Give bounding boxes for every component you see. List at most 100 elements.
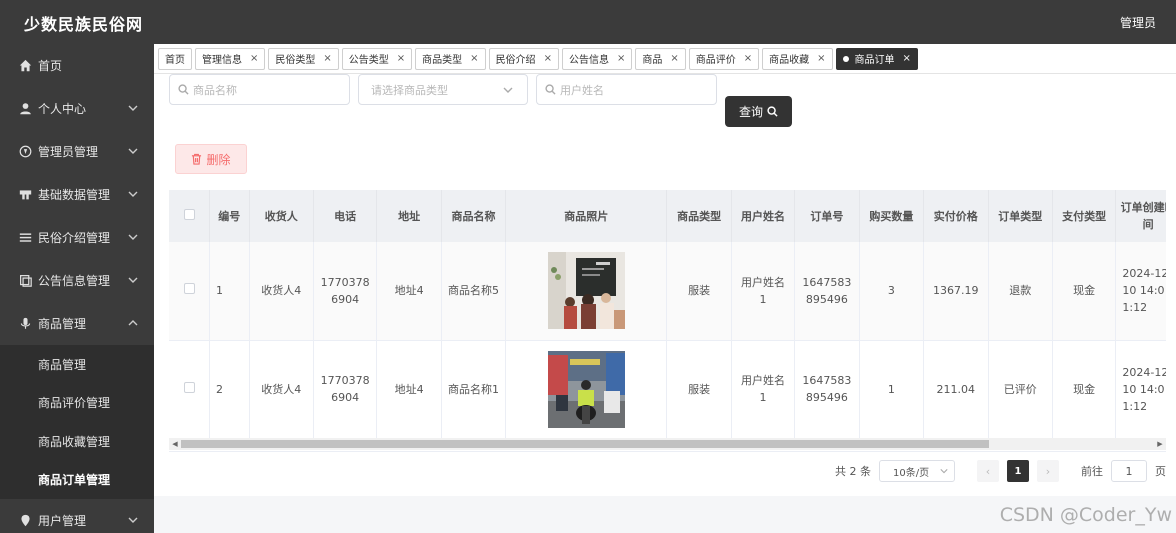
next-page-button[interactable]: › [1037, 460, 1059, 482]
sidebar-item-folk-intro[interactable]: 民俗介绍管理 [0, 216, 154, 259]
select-all-checkbox[interactable] [183, 208, 195, 220]
table-header-row: 编号 收货人 电话 地址 商品名称 商品照片 商品类型 用户姓名 订单号 购买数… [169, 190, 1166, 242]
col-header: 地址 [376, 190, 442, 242]
table-row: 2 收货人4 17703786904 地址4 商品名称1 服装 用户姓名1 16… [169, 340, 1166, 439]
cell-goods-type: 服装 [666, 340, 732, 439]
table-row: 1 收货人4 17703786904 地址4 商品名称5 服装 用户姓名1 16… [169, 242, 1166, 341]
tab-manage-info[interactable]: 管理信息 × [195, 47, 266, 70]
page-size-select[interactable]: 10条/页 [879, 460, 955, 482]
col-header: 订单创建时间 [1115, 190, 1166, 242]
sidebar-subitem-goods-favorite[interactable]: 商品收藏管理 [0, 422, 154, 461]
sidebar-item-goods[interactable]: 商品管理 [0, 302, 154, 345]
close-icon[interactable]: × [617, 53, 625, 64]
goto-page-input[interactable]: 1 [1111, 460, 1147, 482]
col-header: 商品类型 [666, 190, 732, 242]
col-header: 订单号 [794, 190, 860, 242]
cell-pay-type: 现金 [1052, 242, 1117, 341]
scroll-left-icon[interactable]: ◀ [171, 440, 179, 448]
tab-goods-review[interactable]: 商品评价 × [688, 47, 760, 70]
goods-type-select[interactable]: 请选择商品类型 [358, 74, 528, 105]
cell-receiver: 收货人4 [249, 340, 314, 439]
cell-address: 地址4 [376, 340, 442, 439]
cell-quantity: 3 [859, 242, 925, 341]
cell-goods-type: 服装 [666, 242, 732, 341]
sidebar-subitem-goods-review[interactable]: 商品评价管理 [0, 384, 154, 423]
cell-order-no: 1647583895496 [794, 340, 860, 439]
tab-home[interactable]: 首页 [158, 47, 192, 70]
tab-notice-info[interactable]: 公告信息 × [561, 47, 633, 70]
admin-icon [18, 145, 32, 159]
sidebar-item-home[interactable]: 首页 [0, 44, 154, 87]
search-icon [767, 106, 778, 117]
close-icon[interactable]: × [544, 53, 552, 64]
cell-user-name: 用户姓名1 [731, 242, 796, 341]
col-header: 商品照片 [505, 190, 668, 242]
close-icon[interactable]: × [744, 53, 752, 64]
close-icon[interactable]: × [817, 53, 825, 64]
cell-id: 2 [209, 340, 250, 439]
tab-notice-type[interactable]: 公告类型 × [341, 47, 413, 70]
sidebar-item-users[interactable]: 用户管理 [0, 499, 154, 533]
user-name: 管理员 [1119, 16, 1156, 30]
tab-goods-type[interactable]: 商品类型 × [415, 47, 486, 70]
location-icon [18, 514, 32, 528]
delete-button[interactable]: 删除 [175, 144, 247, 174]
row-checkbox-cell[interactable] [169, 340, 211, 439]
select-all-checkbox-cell[interactable] [169, 190, 211, 242]
close-icon[interactable]: × [903, 53, 911, 64]
cell-goods-name: 商品名称5 [441, 242, 507, 341]
cell-price: 1367.19 [923, 242, 989, 341]
goods-name-search-input[interactable]: 商品名称 [169, 74, 350, 105]
database-icon [18, 188, 32, 202]
tab-goods-favorite[interactable]: 商品收藏 × [762, 47, 833, 70]
row-checkbox-cell[interactable] [169, 242, 211, 341]
query-button[interactable]: 查询 [725, 96, 792, 127]
col-header: 商品名称 [441, 190, 507, 242]
notice-icon [18, 274, 32, 288]
row-checkbox[interactable] [183, 283, 195, 295]
goto-suffix: 页 [1155, 465, 1166, 478]
tab-folk-intro[interactable]: 民俗介绍 × [488, 47, 559, 70]
user-icon [18, 102, 32, 116]
chevron-down-icon [128, 145, 138, 155]
user-menu[interactable]: 管理员 [1120, 14, 1156, 31]
top-header: 少数民族民俗网 管理员 [0, 0, 1176, 44]
sidebar-item-admin[interactable]: 管理员管理 [0, 130, 154, 173]
user-name-search-input[interactable]: 用户姓名 [536, 74, 717, 105]
col-header: 购买数量 [859, 190, 925, 242]
chevron-down-icon [128, 231, 138, 241]
sidebar-item-notice[interactable]: 公告信息管理 [0, 259, 154, 302]
scroll-right-icon[interactable]: ▶ [1156, 440, 1164, 448]
horizontal-scrollbar[interactable]: ◀ ▶ [169, 438, 1166, 450]
page-number-current[interactable]: 1 [1007, 460, 1029, 482]
close-icon[interactable]: × [670, 53, 678, 64]
close-icon[interactable]: × [470, 53, 478, 64]
sidebar-subitem-goods[interactable]: 商品管理 [0, 345, 154, 384]
cell-order-type: 退款 [988, 242, 1053, 341]
sidebar-item-personal-center[interactable]: 个人中心 [0, 87, 154, 130]
scrollbar-thumb[interactable] [181, 440, 989, 448]
chevron-down-icon [128, 514, 138, 524]
sidebar-subitem-goods-order[interactable]: 商品订单管理 [0, 461, 154, 500]
goods-photo-street [547, 350, 625, 428]
cell-address: 地址4 [376, 242, 442, 341]
row-checkbox[interactable] [183, 381, 195, 393]
col-header: 编号 [209, 190, 250, 242]
tab-goods[interactable]: 商品 × [635, 47, 686, 70]
sidebar: 首页 个人中心 管理员管理 基础数据管理 民俗介绍管理 公告信息管理 商品管理 … [0, 44, 154, 533]
cell-photo [505, 242, 668, 341]
tab-folk-type[interactable]: 民俗类型 × [268, 47, 339, 70]
close-icon[interactable]: × [397, 53, 405, 64]
active-dot-icon [842, 55, 849, 62]
cell-user-name: 用户姓名1 [731, 340, 796, 439]
tab-goods-order[interactable]: 商品订单 × [835, 47, 918, 70]
tab-bar: 首页 管理信息 × 民俗类型 × 公告类型 × 商品类型 × 民俗介绍 × 公告信息 × 商… [154, 44, 1176, 74]
close-icon[interactable]: × [250, 53, 258, 64]
sidebar-item-base-data[interactable]: 基础数据管理 [0, 173, 154, 216]
chevron-down-icon [128, 188, 138, 198]
cell-phone: 17703786904 [313, 242, 378, 341]
prev-page-button[interactable]: ‹ [977, 460, 999, 482]
home-icon [18, 59, 32, 73]
cell-pay-type: 现金 [1052, 340, 1117, 439]
close-icon[interactable]: × [323, 53, 331, 64]
